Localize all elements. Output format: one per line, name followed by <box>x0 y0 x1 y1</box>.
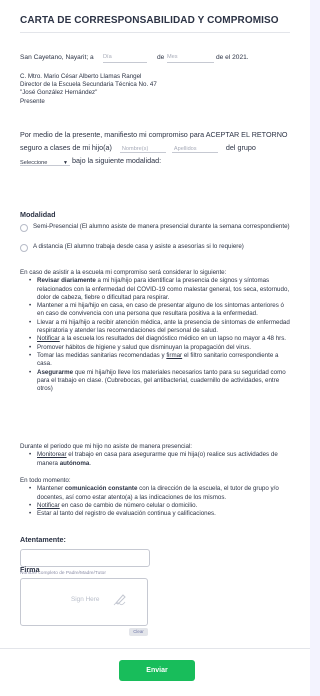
student-name-field[interactable]: Nombre(s) <box>119 143 166 154</box>
clear-signature-button[interactable]: Clear <box>129 628 148 636</box>
list-item: Promover hábitos de higiene y salud que … <box>20 344 292 353</box>
no-asiste-section: Durante el periodo que mi hijo no asiste… <box>20 443 292 468</box>
radio-label: A distancia (El alumno trabaja desde cas… <box>33 243 244 250</box>
day-field[interactable]: Día <box>103 53 147 63</box>
item-text: . <box>89 459 92 467</box>
radio-a-distancia[interactable]: A distancia (El alumno trabaja desde cas… <box>20 243 292 252</box>
date-suffix: de el 2021. <box>216 54 249 61</box>
item-underline: Notificar <box>37 335 60 343</box>
commitment-line-2-suffix: del grupo <box>225 143 256 152</box>
asistir-list: Revisar diariamente a mi hija/hijo para … <box>20 277 292 393</box>
commitment-line-2-prefix: seguro a clases de mi hijo(a) <box>20 143 112 152</box>
addressee-block: C. Mtro. Mario César Alberto Llamas Rang… <box>20 73 240 106</box>
no-asiste-list: Monitorear el trabajo en casa para asegu… <box>20 451 292 468</box>
student-lastname-field[interactable]: Apellidos <box>171 143 218 154</box>
list-item: Asegurarme que mi hija/hijo lleve los ma… <box>20 369 292 394</box>
commitment-line-3-suffix: bajo la siguiente modalidad: <box>72 156 162 165</box>
commitment-line-2: seguro a clases de mi hijo(a) Nombre(s) … <box>20 141 292 154</box>
no-asiste-intro: Durante el periodo que mi hijo no asiste… <box>20 443 192 450</box>
item-text: que mi hija/hijo lleve los materiales ne… <box>37 368 286 393</box>
list-item: Estar al tanto del registro de evaluació… <box>20 510 292 519</box>
item-text: Mantener <box>37 485 65 493</box>
todo-momento-list: Mantener comunicación constante con la d… <box>20 485 292 518</box>
date-de: de <box>157 54 165 61</box>
page-title: CARTA DE CORRESPONSABILIDAD Y COMPROMISO <box>20 15 279 26</box>
todo-momento-section: En todo momento: Mantener comunicación c… <box>20 477 292 519</box>
group-select-value: Seleccione <box>20 159 48 166</box>
item-bold: Revisar diariamente <box>37 277 96 285</box>
item-underline: Notificar <box>37 501 60 509</box>
item-bold: Asegurarme <box>37 368 74 376</box>
group-select[interactable]: Seleccione ▼ <box>20 157 70 166</box>
date-line: San Cayetano, Nayarit; a Día de Mes de e… <box>20 53 292 65</box>
commitment-line-3: Seleccione ▼ bajo la siguiente modalidad… <box>20 154 292 167</box>
list-item: Mantener a mi hija/hijo en casa, en caso… <box>20 302 292 319</box>
item-text: en caso de cambio de número celular o do… <box>59 501 198 509</box>
modalidad-heading: Modalidad <box>20 210 56 219</box>
item-text: Tomar las medidas sanitarias recomendada… <box>37 351 167 359</box>
month-field[interactable]: Mes <box>167 53 214 63</box>
radio-circle[interactable] <box>20 224 28 232</box>
radio-circle[interactable] <box>20 244 28 252</box>
asistir-section: En caso de asistir a la escuela mi compr… <box>20 269 292 393</box>
radio-semi-presencial[interactable]: Semi-Presencial (El alumno asiste de man… <box>20 223 292 232</box>
signature-placeholder: Sign Here <box>71 596 100 603</box>
list-item: Revisar diariamente a mi hija/hijo para … <box>20 277 292 302</box>
radio-label: Semi-Presencial (El alumno asiste de man… <box>33 223 290 230</box>
list-item: Tomar las medidas sanitarias recomendada… <box>20 352 292 369</box>
item-text: a la escuela los resultados del diagnóst… <box>59 335 287 343</box>
addressee-line: "José González Hernández" <box>20 89 98 97</box>
pen-icon <box>113 594 126 606</box>
addressee-line: C. Mtro. Mario César Alberto Llamas Rang… <box>20 73 142 80</box>
commitment-paragraph: Por medio de la presente, manifiesto mi … <box>20 128 292 167</box>
item-bold: comunicación constante <box>64 485 138 493</box>
signature-pad[interactable]: Sign Here <box>20 578 148 626</box>
item-bold: autónoma <box>59 459 90 467</box>
item-underline: Monitorear <box>37 451 67 459</box>
todo-momento-intro: En todo momento: <box>20 477 71 484</box>
submit-button[interactable]: Enviar <box>119 660 195 681</box>
form-card: CARTA DE CORRESPONSABILIDAD Y COMPROMISO… <box>0 0 310 696</box>
addressee-line: Director de la Escuela Secundaria Técnic… <box>20 81 157 89</box>
addressee-line: Presente <box>20 97 45 105</box>
list-item: Mantener comunicación constante con la d… <box>20 485 292 502</box>
list-item: Notificar a la escuela los resultados de… <box>20 335 292 344</box>
atentamente-label: Atentamente: <box>20 535 66 544</box>
list-item: Notificar en caso de cambio de número ce… <box>20 501 292 511</box>
item-underline: firmar <box>166 351 183 359</box>
date-prefix: San Cayetano, Nayarit; a <box>20 54 94 61</box>
list-item: Monitorear el trabajo en casa para asegu… <box>20 451 292 468</box>
list-item: Llevar a mi hija/hijo a recibir atención… <box>20 319 292 336</box>
footer-divider <box>0 648 310 649</box>
asistir-intro: En caso de asistir a la escuela mi compr… <box>20 269 227 276</box>
firma-label: Firma <box>20 565 40 574</box>
chevron-down-icon: ▼ <box>63 159 68 166</box>
title-divider <box>20 32 290 33</box>
commitment-line-1: Por medio de la presente, manifiesto mi … <box>20 130 288 139</box>
